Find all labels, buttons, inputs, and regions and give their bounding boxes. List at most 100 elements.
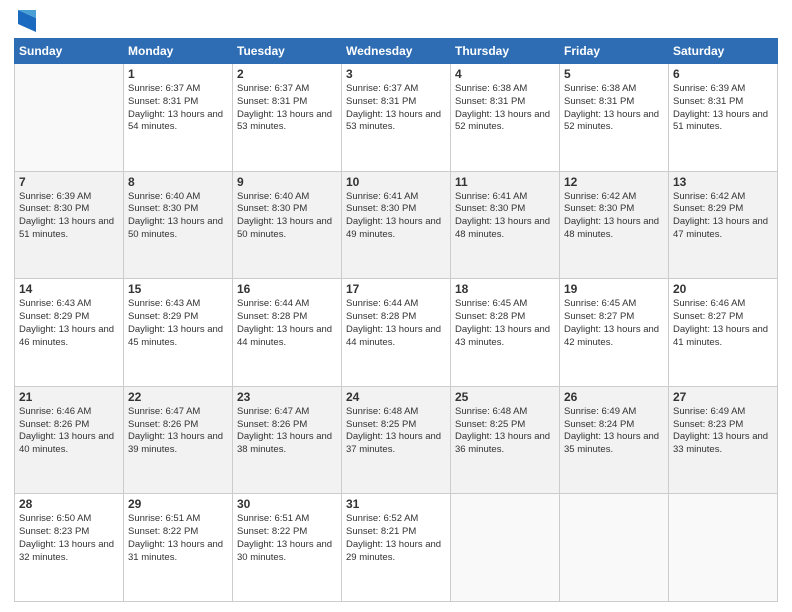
- day-info: Sunrise: 6:44 AM Sunset: 8:28 PM Dayligh…: [346, 298, 446, 349]
- day-info: Sunrise: 6:51 AM Sunset: 8:22 PM Dayligh…: [237, 513, 337, 564]
- day-number: 25: [455, 390, 555, 404]
- day-number: 21: [19, 390, 119, 404]
- calendar-cell: [669, 494, 778, 602]
- day-number: 15: [128, 282, 228, 296]
- calendar-cell: 23Sunrise: 6:47 AM Sunset: 8:26 PM Dayli…: [233, 386, 342, 494]
- calendar-cell: 17Sunrise: 6:44 AM Sunset: 8:28 PM Dayli…: [342, 279, 451, 387]
- day-info: Sunrise: 6:37 AM Sunset: 8:31 PM Dayligh…: [237, 83, 337, 134]
- weekday-header-sunday: Sunday: [15, 39, 124, 64]
- day-info: Sunrise: 6:41 AM Sunset: 8:30 PM Dayligh…: [346, 191, 446, 242]
- day-number: 30: [237, 497, 337, 511]
- day-number: 27: [673, 390, 773, 404]
- day-info: Sunrise: 6:52 AM Sunset: 8:21 PM Dayligh…: [346, 513, 446, 564]
- day-info: Sunrise: 6:43 AM Sunset: 8:29 PM Dayligh…: [19, 298, 119, 349]
- day-number: 9: [237, 175, 337, 189]
- calendar-cell: 1Sunrise: 6:37 AM Sunset: 8:31 PM Daylig…: [124, 64, 233, 172]
- day-info: Sunrise: 6:40 AM Sunset: 8:30 PM Dayligh…: [237, 191, 337, 242]
- weekday-header-row: SundayMondayTuesdayWednesdayThursdayFrid…: [15, 39, 778, 64]
- day-info: Sunrise: 6:37 AM Sunset: 8:31 PM Dayligh…: [346, 83, 446, 134]
- calendar-cell: 18 Sunrise: 6:45 AM Sunset: 8:28 PM Dayli…: [451, 279, 560, 387]
- weekday-header-tuesday: Tuesday: [233, 39, 342, 64]
- calendar-cell: 30 Sunrise: 6:51 AM Sunset: 8:22 PM Dayli…: [233, 494, 342, 602]
- day-info: Sunrise: 6:41 AM Sunset: 8:30 PM Dayligh…: [455, 191, 555, 242]
- calendar-cell: 26Sunrise: 6:49 AM Sunset: 8:24 PM Dayli…: [560, 386, 669, 494]
- calendar-cell: 31 Sunrise: 6:52 AM Sunset: 8:21 PM Dayli…: [342, 494, 451, 602]
- calendar-cell: 14 Sunrise: 6:43 AM Sunset: 8:29 PM Dayli…: [15, 279, 124, 387]
- day-info: Sunrise: 6:48 AM Sunset: 8:25 PM Dayligh…: [346, 406, 446, 457]
- calendar-cell: 24 Sunrise: 6:48 AM Sunset: 8:25 PM Dayli…: [342, 386, 451, 494]
- day-info: Sunrise: 6:39 AM Sunset: 8:30 PM Dayligh…: [19, 191, 119, 242]
- day-number: 14: [19, 282, 119, 296]
- day-number: 29: [128, 497, 228, 511]
- day-info: Sunrise: 6:43 AM Sunset: 8:29 PM Dayligh…: [128, 298, 228, 349]
- calendar-week-4: 21 Sunrise: 6:46 AM Sunset: 8:26 PM Dayli…: [15, 386, 778, 494]
- day-number: 6: [673, 67, 773, 81]
- day-number: 4: [455, 67, 555, 81]
- day-info: Sunrise: 6:39 AM Sunset: 8:31 PM Dayligh…: [673, 83, 773, 134]
- day-info: Sunrise: 6:51 AM Sunset: 8:22 PM Dayligh…: [128, 513, 228, 564]
- calendar-cell: 7 Sunrise: 6:39 AM Sunset: 8:30 PM Daylig…: [15, 171, 124, 279]
- day-info: Sunrise: 6:48 AM Sunset: 8:25 PM Dayligh…: [455, 406, 555, 457]
- day-info: Sunrise: 6:42 AM Sunset: 8:29 PM Dayligh…: [673, 191, 773, 242]
- day-number: 24: [346, 390, 446, 404]
- calendar-cell: 16Sunrise: 6:44 AM Sunset: 8:28 PM Dayli…: [233, 279, 342, 387]
- day-number: 16: [237, 282, 337, 296]
- weekday-header-thursday: Thursday: [451, 39, 560, 64]
- calendar-cell: 8 Sunrise: 6:40 AM Sunset: 8:30 PM Daylig…: [124, 171, 233, 279]
- calendar-cell: 4Sunrise: 6:38 AM Sunset: 8:31 PM Daylig…: [451, 64, 560, 172]
- day-number: 1: [128, 67, 228, 81]
- calendar-week-1: 1 Sunrise: 6:37 AM Sunset: 8:31 PM Daylig…: [15, 64, 778, 172]
- calendar-cell: [451, 494, 560, 602]
- day-info: Sunrise: 6:45 AM Sunset: 8:28 PM Dayligh…: [455, 298, 555, 349]
- day-info: Sunrise: 6:45 AM Sunset: 8:27 PM Dayligh…: [564, 298, 664, 349]
- calendar-cell: 27 Sunrise: 6:49 AM Sunset: 8:23 PM Dayli…: [669, 386, 778, 494]
- day-info: Sunrise: 6:47 AM Sunset: 8:26 PM Dayligh…: [237, 406, 337, 457]
- day-number: 18: [455, 282, 555, 296]
- day-number: 19: [564, 282, 664, 296]
- calendar-cell: 20Sunrise: 6:46 AM Sunset: 8:27 PM Dayli…: [669, 279, 778, 387]
- day-info: Sunrise: 6:50 AM Sunset: 8:23 PM Dayligh…: [19, 513, 119, 564]
- day-info: Sunrise: 6:40 AM Sunset: 8:30 PM Dayligh…: [128, 191, 228, 242]
- day-info: Sunrise: 6:46 AM Sunset: 8:27 PM Dayligh…: [673, 298, 773, 349]
- calendar-cell: 5Sunrise: 6:38 AM Sunset: 8:31 PM Daylig…: [560, 64, 669, 172]
- calendar-cell: 9 Sunrise: 6:40 AM Sunset: 8:30 PM Daylig…: [233, 171, 342, 279]
- calendar-table: SundayMondayTuesdayWednesdayThursdayFrid…: [14, 38, 778, 602]
- calendar-cell: 6 Sunrise: 6:39 AM Sunset: 8:31 PM Daylig…: [669, 64, 778, 172]
- day-number: 7: [19, 175, 119, 189]
- day-number: 2: [237, 67, 337, 81]
- day-info: Sunrise: 6:38 AM Sunset: 8:31 PM Dayligh…: [564, 83, 664, 134]
- logo-icon: [18, 10, 36, 32]
- calendar-cell: 22Sunrise: 6:47 AM Sunset: 8:26 PM Dayli…: [124, 386, 233, 494]
- day-info: Sunrise: 6:46 AM Sunset: 8:26 PM Dayligh…: [19, 406, 119, 457]
- calendar-cell: 29 Sunrise: 6:51 AM Sunset: 8:22 PM Dayli…: [124, 494, 233, 602]
- day-number: 11: [455, 175, 555, 189]
- calendar-cell: 2 Sunrise: 6:37 AM Sunset: 8:31 PM Daylig…: [233, 64, 342, 172]
- calendar-cell: 25 Sunrise: 6:48 AM Sunset: 8:25 PM Dayli…: [451, 386, 560, 494]
- day-number: 13: [673, 175, 773, 189]
- calendar-cell: 19 Sunrise: 6:45 AM Sunset: 8:27 PM Dayli…: [560, 279, 669, 387]
- calendar-cell: [15, 64, 124, 172]
- header: [14, 10, 778, 32]
- calendar-week-3: 14 Sunrise: 6:43 AM Sunset: 8:29 PM Dayli…: [15, 279, 778, 387]
- calendar-cell: 13 Sunrise: 6:42 AM Sunset: 8:29 PM Dayli…: [669, 171, 778, 279]
- page: SundayMondayTuesdayWednesdayThursdayFrid…: [0, 0, 792, 612]
- weekday-header-saturday: Saturday: [669, 39, 778, 64]
- weekday-header-friday: Friday: [560, 39, 669, 64]
- day-info: Sunrise: 6:42 AM Sunset: 8:30 PM Dayligh…: [564, 191, 664, 242]
- calendar-cell: 12Sunrise: 6:42 AM Sunset: 8:30 PM Dayli…: [560, 171, 669, 279]
- day-number: 28: [19, 497, 119, 511]
- day-number: 31: [346, 497, 446, 511]
- calendar-cell: 10 Sunrise: 6:41 AM Sunset: 8:30 PM Dayli…: [342, 171, 451, 279]
- calendar-cell: 28 Sunrise: 6:50 AM Sunset: 8:23 PM Dayli…: [15, 494, 124, 602]
- day-number: 8: [128, 175, 228, 189]
- logo: [14, 10, 36, 32]
- calendar-cell: [560, 494, 669, 602]
- calendar-cell: 21 Sunrise: 6:46 AM Sunset: 8:26 PM Dayli…: [15, 386, 124, 494]
- day-number: 22: [128, 390, 228, 404]
- weekday-header-wednesday: Wednesday: [342, 39, 451, 64]
- calendar-cell: 11 Sunrise: 6:41 AM Sunset: 8:30 PM Dayli…: [451, 171, 560, 279]
- day-number: 10: [346, 175, 446, 189]
- calendar-week-2: 7 Sunrise: 6:39 AM Sunset: 8:30 PM Daylig…: [15, 171, 778, 279]
- day-number: 3: [346, 67, 446, 81]
- day-info: Sunrise: 6:49 AM Sunset: 8:23 PM Dayligh…: [673, 406, 773, 457]
